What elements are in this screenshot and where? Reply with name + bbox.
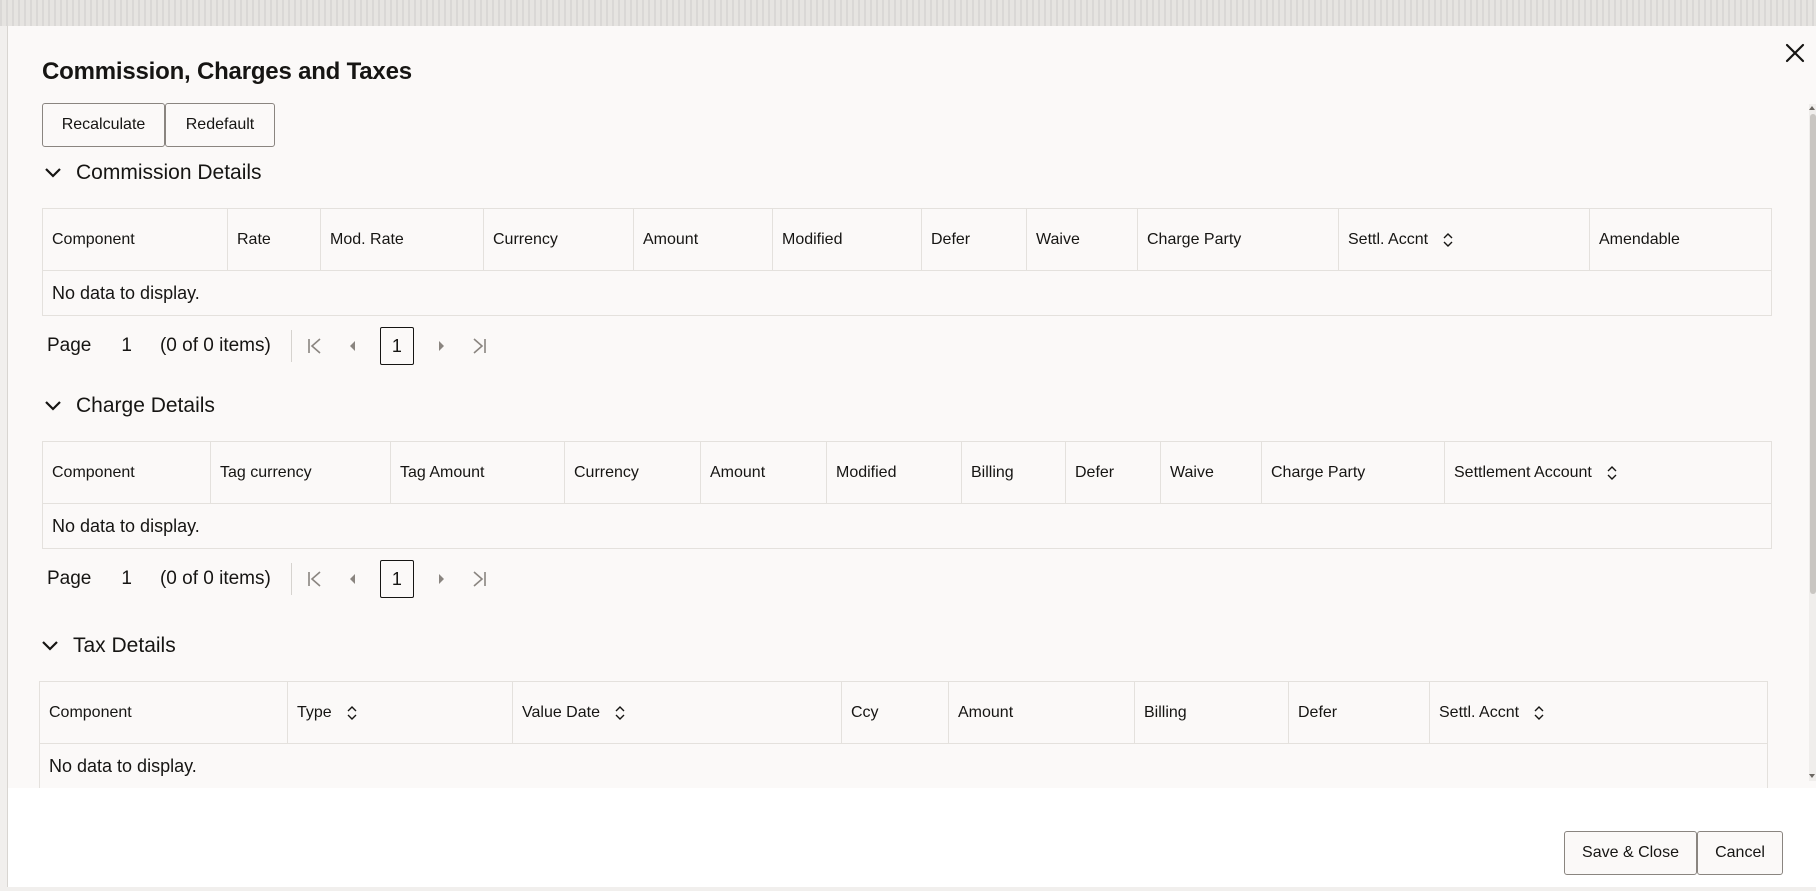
redefault-button[interactable]: Redefault	[165, 103, 275, 147]
column-header-type[interactable]: Type	[288, 682, 513, 743]
tax-table: Component Type Value Date Ccy Amount Bil…	[39, 681, 1768, 788]
sort-icon[interactable]	[1606, 465, 1618, 481]
column-header-label: Settl. Accnt	[1439, 703, 1520, 721]
column-header[interactable]: Currency	[565, 442, 701, 503]
column-header[interactable]: Amount	[634, 209, 773, 270]
empty-message: No data to display.	[40, 744, 1767, 788]
previous-page-icon[interactable]	[342, 568, 364, 590]
column-header[interactable]: Defer	[922, 209, 1027, 270]
column-header[interactable]: Defer	[1289, 682, 1430, 743]
commission-pagination: Page 1 (0 of 0 items) 1	[47, 326, 506, 366]
sort-icon[interactable]	[614, 705, 626, 721]
chevron-down-icon[interactable]	[39, 635, 61, 657]
column-header[interactable]: Ccy	[842, 682, 949, 743]
section-commission-title: Commission Details	[76, 161, 262, 184]
charge-table: Component Tag currency Tag Amount Curren…	[42, 441, 1772, 549]
column-header[interactable]: Tag currency	[211, 442, 391, 503]
column-header[interactable]: Mod. Rate	[321, 209, 484, 270]
column-header[interactable]: Waive	[1161, 442, 1262, 503]
column-header-label: Value Date	[522, 703, 600, 721]
page-number: 1	[121, 335, 132, 356]
chevron-down-icon[interactable]	[42, 395, 64, 417]
scrollbar-thumb[interactable]	[1810, 114, 1816, 594]
page-label: Page	[47, 335, 92, 356]
column-header[interactable]: Amount	[701, 442, 827, 503]
first-page-icon[interactable]	[304, 335, 326, 357]
column-header[interactable]: Billing	[1135, 682, 1289, 743]
column-header[interactable]: Component	[43, 442, 211, 503]
column-header[interactable]: Rate	[228, 209, 321, 270]
current-page-box[interactable]: 1	[379, 327, 414, 365]
column-header[interactable]: Defer	[1066, 442, 1161, 503]
empty-message: No data to display.	[43, 504, 1771, 548]
column-header[interactable]: Modified	[773, 209, 922, 270]
empty-message: No data to display.	[43, 271, 1771, 315]
cancel-button[interactable]: Cancel	[1697, 831, 1783, 875]
tax-table-header: Component Type Value Date Ccy Amount Bil…	[40, 682, 1767, 744]
sort-icon[interactable]	[1442, 232, 1454, 248]
column-header-value-date[interactable]: Value Date	[513, 682, 842, 743]
column-header-settl-accnt[interactable]: Settl. Accnt	[1430, 682, 1767, 743]
chevron-down-icon[interactable]	[42, 162, 64, 184]
column-header-label: Settl. Accnt	[1348, 230, 1429, 248]
section-tax-header[interactable]: Tax Details	[39, 634, 176, 658]
item-count: (0 of 0 items)	[159, 568, 271, 589]
column-header[interactable]: Charge Party	[1138, 209, 1339, 270]
column-header[interactable]: Tag Amount	[391, 442, 565, 503]
column-header-label: Type	[297, 703, 332, 721]
column-header[interactable]: Component	[40, 682, 288, 743]
sort-icon[interactable]	[346, 705, 358, 721]
background-app-header	[0, 0, 1816, 26]
column-header[interactable]: Currency	[484, 209, 634, 270]
first-page-icon[interactable]	[304, 568, 326, 590]
dialog-footer: Save & Close Cancel	[8, 788, 1816, 887]
page-number: 1	[121, 568, 132, 589]
next-page-icon[interactable]	[430, 568, 452, 590]
column-header-settl-accnt[interactable]: Settl. Accnt	[1339, 209, 1590, 270]
vertical-scrollbar[interactable]	[1809, 104, 1816, 781]
scroll-down-icon[interactable]	[1808, 772, 1816, 780]
sort-icon[interactable]	[1533, 705, 1545, 721]
column-header[interactable]: Amount	[949, 682, 1135, 743]
scroll-up-icon[interactable]	[1808, 104, 1816, 112]
commission-table-header: Component Rate Mod. Rate Currency Amount…	[43, 209, 1771, 271]
next-page-icon[interactable]	[430, 335, 452, 357]
charge-table-header: Component Tag currency Tag Amount Curren…	[43, 442, 1771, 504]
column-header[interactable]: Component	[43, 209, 228, 270]
column-header-label: Settlement Account	[1454, 463, 1592, 481]
column-header[interactable]: Modified	[827, 442, 962, 503]
background-app-footer	[0, 887, 1816, 891]
save-close-button[interactable]: Save & Close	[1564, 831, 1697, 875]
section-commission-header[interactable]: Commission Details	[42, 161, 262, 185]
column-header-settlement-account[interactable]: Settlement Account	[1445, 442, 1771, 503]
column-header[interactable]: Charge Party	[1262, 442, 1445, 503]
current-page-box[interactable]: 1	[379, 560, 414, 598]
recalculate-button[interactable]: Recalculate	[42, 103, 165, 147]
pager-divider	[290, 563, 292, 595]
last-page-icon[interactable]	[468, 335, 490, 357]
charge-pagination: Page 1 (0 of 0 items) 1	[47, 559, 506, 599]
section-charge-header[interactable]: Charge Details	[42, 394, 215, 418]
pager-divider	[290, 330, 292, 362]
dialog-body: Commission, Charges and Taxes Recalculat…	[8, 26, 1816, 788]
close-icon[interactable]	[1780, 38, 1810, 68]
column-header[interactable]: Waive	[1027, 209, 1138, 270]
last-page-icon[interactable]	[468, 568, 490, 590]
item-count: (0 of 0 items)	[159, 335, 271, 356]
charges-dialog: Commission, Charges and Taxes Recalculat…	[8, 26, 1816, 887]
section-tax-title: Tax Details	[73, 634, 176, 657]
section-charge-title: Charge Details	[76, 394, 215, 417]
commission-table: Component Rate Mod. Rate Currency Amount…	[42, 208, 1772, 316]
page-label: Page	[47, 568, 92, 589]
previous-page-icon[interactable]	[342, 335, 364, 357]
background-app-edge	[0, 26, 8, 891]
column-header[interactable]: Amendable	[1590, 209, 1771, 270]
dialog-title: Commission, Charges and Taxes	[42, 58, 412, 85]
column-header[interactable]: Billing	[962, 442, 1066, 503]
